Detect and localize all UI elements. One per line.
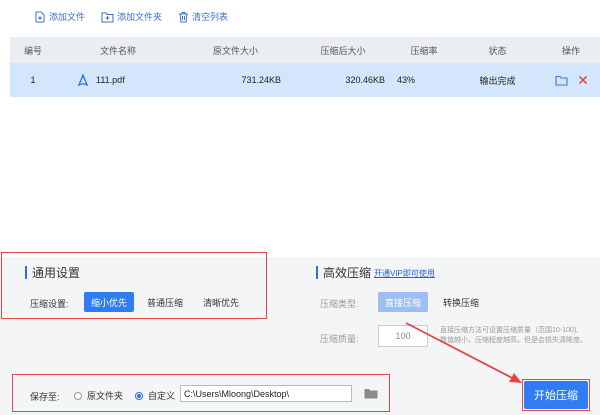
- col-header-orig-size: 原文件大小: [212, 45, 258, 56]
- row-status: 输出完成: [479, 75, 516, 86]
- row-comp-size: 320.46KB: [345, 75, 385, 85]
- title-accent-bar: [316, 266, 318, 279]
- desc-line-1: 直接压缩方法可设置压缩质量（范围10-100),: [440, 327, 579, 334]
- vip-link[interactable]: 开通VIP即可使用: [374, 268, 435, 279]
- add-folder-button[interactable]: 添加文件夹: [101, 10, 162, 23]
- file-table: 编号 文件名称 原文件大小 压缩后大小 压缩率 状态 操作 1 111.pdf …: [10, 37, 600, 97]
- add-file-icon: [35, 11, 45, 22]
- annotation-box-save: [12, 374, 390, 412]
- advanced-title: 高效压缩: [316, 264, 371, 281]
- col-header-name: 文件名称: [99, 45, 136, 56]
- quality-input[interactable]: 100: [378, 325, 428, 347]
- compress-type-label: 压缩类型:: [320, 299, 359, 309]
- col-header-no: 编号: [23, 45, 42, 56]
- annotation-box-general: [1, 252, 267, 319]
- add-file-button[interactable]: 添加文件: [34, 10, 85, 23]
- clear-list-label: 清空列表: [192, 12, 229, 22]
- clear-list-button[interactable]: 清空列表: [178, 10, 228, 23]
- row-file-name: 111.pdf: [96, 75, 125, 85]
- row-name-cell: 111.pdf: [56, 74, 180, 86]
- add-folder-icon: [101, 12, 114, 22]
- row-no: 1: [30, 75, 36, 85]
- delete-icon[interactable]: [578, 75, 588, 85]
- col-header-comp-size: 压缩后大小: [320, 45, 366, 56]
- option-convert-compress[interactable]: 转换压缩: [436, 292, 486, 312]
- quality-label: 压缩质量:: [320, 334, 359, 344]
- folder-icon[interactable]: [554, 75, 568, 86]
- desc-line-2: 数值越小，压缩程度越高，但是会损失清晰度。: [440, 337, 587, 344]
- trash-icon: [179, 11, 189, 22]
- add-file-label: 添加文件: [49, 12, 86, 22]
- row-ops: [542, 75, 600, 86]
- row-orig-size: 731.24KB: [241, 75, 281, 85]
- toolbar: 添加文件 添加文件夹 清空列表: [0, 0, 600, 33]
- annotation-box-start: [522, 379, 590, 411]
- table-row[interactable]: 1 111.pdf 731.24KB 320.46KB 43% 输出完成: [10, 63, 600, 97]
- add-folder-label: 添加文件夹: [117, 12, 163, 22]
- row-ratio: 43%: [397, 75, 416, 85]
- col-header-ratio: 压缩率: [410, 45, 438, 56]
- col-header-ops: 操作: [561, 45, 580, 56]
- col-header-status: 状态: [488, 45, 507, 56]
- quality-description: 直接压缩方法可设置压缩质量（范围10-100), 数值越小，压缩程度越高，但是会…: [440, 326, 587, 346]
- table-header: 编号 文件名称 原文件大小 压缩后大小 压缩率 状态 操作: [10, 37, 600, 63]
- pdf-icon: [77, 74, 89, 86]
- option-direct-compress[interactable]: 直接压缩: [378, 292, 428, 312]
- advanced-title-text: 高效压缩: [323, 266, 372, 280]
